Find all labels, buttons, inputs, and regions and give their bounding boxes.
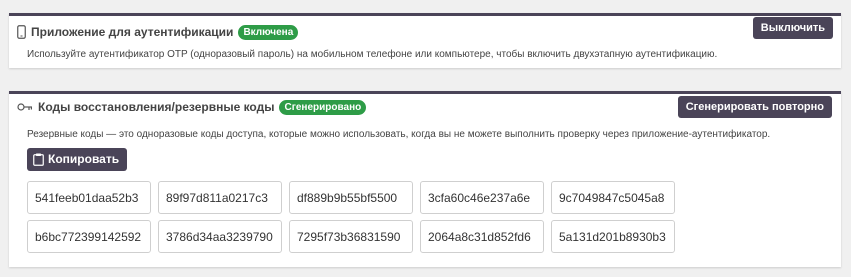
disable-button[interactable]: Выключить: [752, 17, 833, 39]
recovery-code[interactable]: 541feeb01daa52b3: [27, 181, 151, 214]
mobile-phone-icon: [17, 25, 26, 39]
recovery-codes-header: Коды восстановления/резервные коды Сгене…: [17, 97, 367, 117]
recovery-codes-panel: Коды восстановления/резервные коды Сгене…: [9, 91, 841, 267]
recovery-code[interactable]: 3cfa60c46e237a6e: [420, 181, 544, 214]
recovery-code[interactable]: 89f97d811a0217c3: [158, 181, 282, 214]
authenticator-app-header: Приложение для аутентификации Включена: [17, 22, 299, 42]
recovery-codes-grid: 541feeb01daa52b3 89f97d811a0217c3 df889b…: [27, 181, 675, 253]
recovery-code[interactable]: 2064a8c31d852fd6: [420, 220, 544, 253]
regenerate-button[interactable]: Сгенерировать повторно: [677, 96, 832, 118]
recovery-code[interactable]: b6bc772399142592: [27, 220, 151, 253]
recovery-code[interactable]: 3786d34aa3239790: [158, 220, 282, 253]
status-badge: Включена: [238, 24, 299, 40]
key-icon: [17, 102, 33, 112]
recovery-code[interactable]: 9c7049847c5045a8: [551, 181, 675, 214]
recovery-code[interactable]: 5a131d201b8930b3: [551, 220, 675, 253]
clipboard-icon: [33, 153, 44, 166]
copy-button-label: Копировать: [48, 152, 120, 166]
recovery-code[interactable]: 7295f73b36831590: [289, 220, 413, 253]
status-badge: Сгенерировано: [279, 99, 367, 115]
recovery-code[interactable]: df889b9b55bf5500: [289, 181, 413, 214]
copy-button[interactable]: Копировать: [27, 148, 128, 171]
authenticator-app-panel: Приложение для аутентификации Включена В…: [9, 13, 841, 68]
authenticator-app-title: Приложение для аутентификации: [31, 25, 234, 39]
recovery-codes-description: Резервные коды — это одноразовые коды до…: [27, 129, 771, 140]
recovery-codes-title: Коды восстановления/резервные коды: [38, 100, 275, 114]
authenticator-app-description: Используйте аутентификатор OTP (одноразо…: [27, 49, 718, 60]
